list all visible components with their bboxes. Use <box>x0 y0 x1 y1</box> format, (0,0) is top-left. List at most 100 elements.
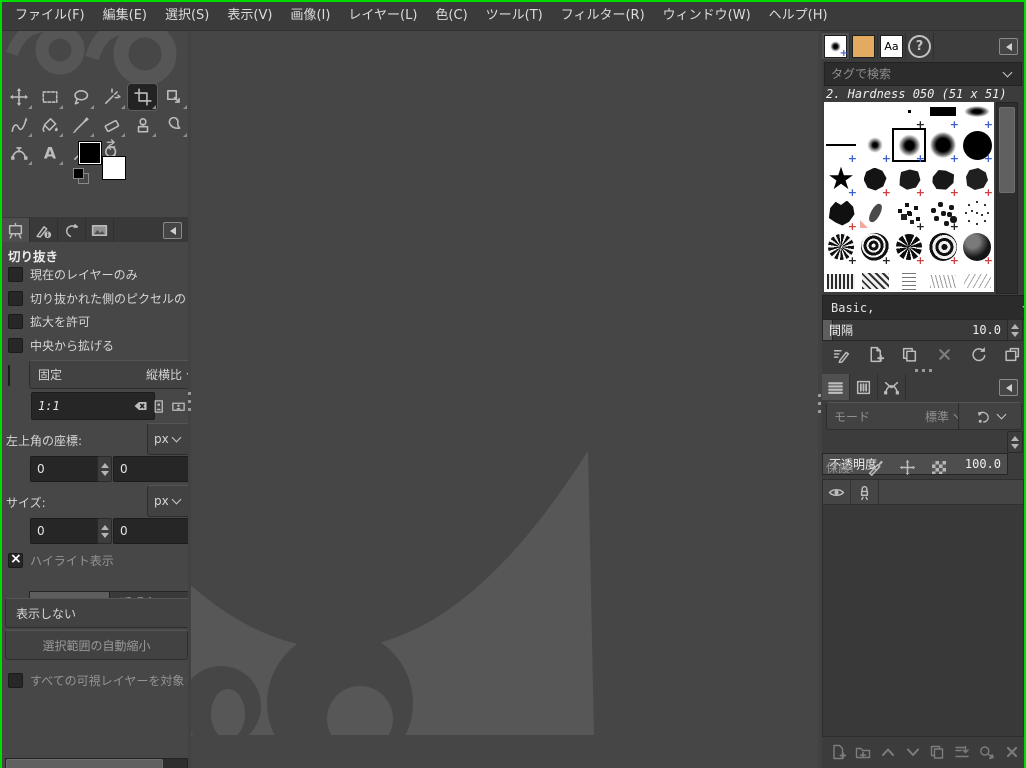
brush-block[interactable]: + <box>926 102 960 130</box>
tab-images[interactable] <box>86 218 114 242</box>
spin-down-icon[interactable] <box>100 470 109 476</box>
duplicate-brush-button[interactable] <box>896 343 923 365</box>
scrollbar-thumb[interactable] <box>999 107 1015 193</box>
tool-options-hscrollbar[interactable] <box>5 758 188 768</box>
checkbox-checked[interactable] <box>8 552 23 568</box>
lock-pixels-button[interactable] <box>864 456 886 478</box>
tab-paths[interactable] <box>878 374 906 400</box>
brush-search-input[interactable] <box>825 67 1004 81</box>
brush-soft-ellipse[interactable]: + <box>960 102 994 130</box>
guides-dropdown[interactable]: 表示しない <box>5 598 188 628</box>
menu-item-4[interactable]: 画像(I) <box>281 2 339 30</box>
spin-up-icon[interactable] <box>1011 323 1019 329</box>
menu-item-1[interactable]: 編集(E) <box>94 2 156 30</box>
fixed-checkbox[interactable] <box>8 365 10 386</box>
tool-fuzzy-select[interactable] <box>97 84 126 110</box>
option-shrink-merged[interactable]: すべての可視レイヤーを対象にする <box>8 672 186 688</box>
position-unit-button[interactable]: px <box>147 423 188 455</box>
brush-sponge-1[interactable]: + <box>824 230 858 266</box>
new-brush-button[interactable] <box>862 343 889 365</box>
fixed-aspect-button[interactable]: 固定 縦横比 <box>29 360 188 389</box>
brush-grid-scrollbar[interactable] <box>996 102 1018 294</box>
menu-item-5[interactable]: レイヤー(L) <box>339 2 426 30</box>
brush-chalk-2[interactable]: + <box>892 162 926 198</box>
aspect-ratio-input[interactable]: 1:1 <box>31 392 155 420</box>
dock-menu-button[interactable] <box>999 379 1018 396</box>
brush-line[interactable]: + <box>824 128 858 164</box>
spin-down-icon[interactable] <box>1011 331 1019 337</box>
size-height-input[interactable]: 0 <box>113 518 188 544</box>
delete-brush-button[interactable] <box>931 343 958 365</box>
brush-sparse-dots[interactable] <box>960 196 994 230</box>
clear-input-icon[interactable] <box>132 398 148 414</box>
left-panel-divider[interactable] <box>188 30 191 768</box>
menu-item-7[interactable]: ツール(T) <box>477 2 552 30</box>
tool-move[interactable] <box>4 84 33 110</box>
brush-soft-75[interactable]: + <box>926 128 960 164</box>
canvas[interactable] <box>191 30 818 768</box>
brush-pixel[interactable]: + <box>892 102 926 130</box>
brush-sponge-2[interactable]: + <box>858 230 892 266</box>
brush-pepper[interactable]: + <box>926 196 960 232</box>
layer-mode-dropdown[interactable]: モード 標準 <box>826 402 970 430</box>
scrollbar-thumb[interactable] <box>6 759 163 768</box>
menu-item-10[interactable]: ヘルプ(H) <box>760 2 837 30</box>
brush-vine-1[interactable] <box>926 264 960 292</box>
open-brush-as-image-button[interactable] <box>999 343 1024 365</box>
merge-down-button[interactable] <box>950 741 975 763</box>
brush-chalk-3[interactable]: + <box>926 162 960 198</box>
option-allow-growing[interactable]: 拡大を許可 <box>8 313 186 329</box>
new-layer-button[interactable] <box>826 741 851 763</box>
brush-sponge-3[interactable]: + <box>892 230 926 266</box>
size-spinner[interactable] <box>97 518 112 544</box>
swap-colors-icon[interactable] <box>104 138 119 153</box>
add-layer-mask-button[interactable] <box>975 741 1000 763</box>
option-current-layer-only[interactable]: 現在のレイヤーのみ <box>8 266 186 282</box>
brush-vine-2[interactable] <box>960 264 994 292</box>
tool-rectangle-select[interactable] <box>35 84 64 110</box>
tab-device-status[interactable]: i <box>30 218 58 242</box>
new-layer-group-button[interactable] <box>851 741 876 763</box>
layer-list[interactable] <box>822 479 1024 737</box>
brush-chalk-4[interactable]: + <box>960 162 994 198</box>
brush-specks[interactable]: + <box>892 196 926 232</box>
position-y-input[interactable]: 0 <box>113 456 188 482</box>
spin-down-icon[interactable] <box>100 532 109 538</box>
position-spinner[interactable] <box>97 456 112 482</box>
tool-eraser[interactable] <box>97 112 126 138</box>
landscape-orientation-button[interactable] <box>168 392 188 420</box>
brush-hard-100[interactable]: + <box>960 128 994 164</box>
opacity-spinner[interactable] <box>1007 431 1023 453</box>
tool-paintbrush[interactable] <box>66 112 95 138</box>
spin-up-icon[interactable] <box>1011 435 1019 441</box>
lower-layer-button[interactable] <box>900 741 925 763</box>
tab-channels[interactable] <box>850 374 878 400</box>
tab-undo-history[interactable] <box>58 218 86 242</box>
tool-clone[interactable] <box>128 112 157 138</box>
spin-up-icon[interactable] <box>100 462 109 468</box>
brush-chalk-1[interactable]: + <box>858 162 892 198</box>
foreground-color-swatch[interactable] <box>78 141 102 165</box>
brush-texture-2[interactable] <box>858 264 892 292</box>
tool-free-select[interactable] <box>66 84 95 110</box>
brush-filter-dropdown[interactable]: Basic, <box>822 295 1024 320</box>
visibility-column-header[interactable] <box>823 480 851 504</box>
spacing-spinner[interactable] <box>1007 319 1023 341</box>
brush-texture-1[interactable] <box>824 264 858 292</box>
spin-down-icon[interactable] <box>1011 443 1019 449</box>
spacing-slider[interactable]: 間隔 10.0 <box>822 319 1008 341</box>
dock-menu-button[interactable] <box>999 38 1018 55</box>
edit-brush-button[interactable] <box>828 343 855 365</box>
tool-text[interactable]: A <box>35 140 64 166</box>
lock-position-button[interactable] <box>896 456 918 478</box>
raise-layer-button[interactable] <box>876 741 901 763</box>
brush-soft-50[interactable]: + <box>892 128 926 164</box>
checkbox[interactable] <box>8 266 23 282</box>
chevron-down-icon[interactable] <box>1002 67 1013 78</box>
background-color-swatch[interactable] <box>102 156 126 180</box>
tool-crop[interactable] <box>128 84 157 110</box>
tab-brushes[interactable]: + <box>822 33 850 59</box>
checkbox[interactable] <box>8 337 23 353</box>
brush-star[interactable]: ★ + <box>824 162 858 199</box>
brush-splat[interactable]: + <box>824 196 858 232</box>
